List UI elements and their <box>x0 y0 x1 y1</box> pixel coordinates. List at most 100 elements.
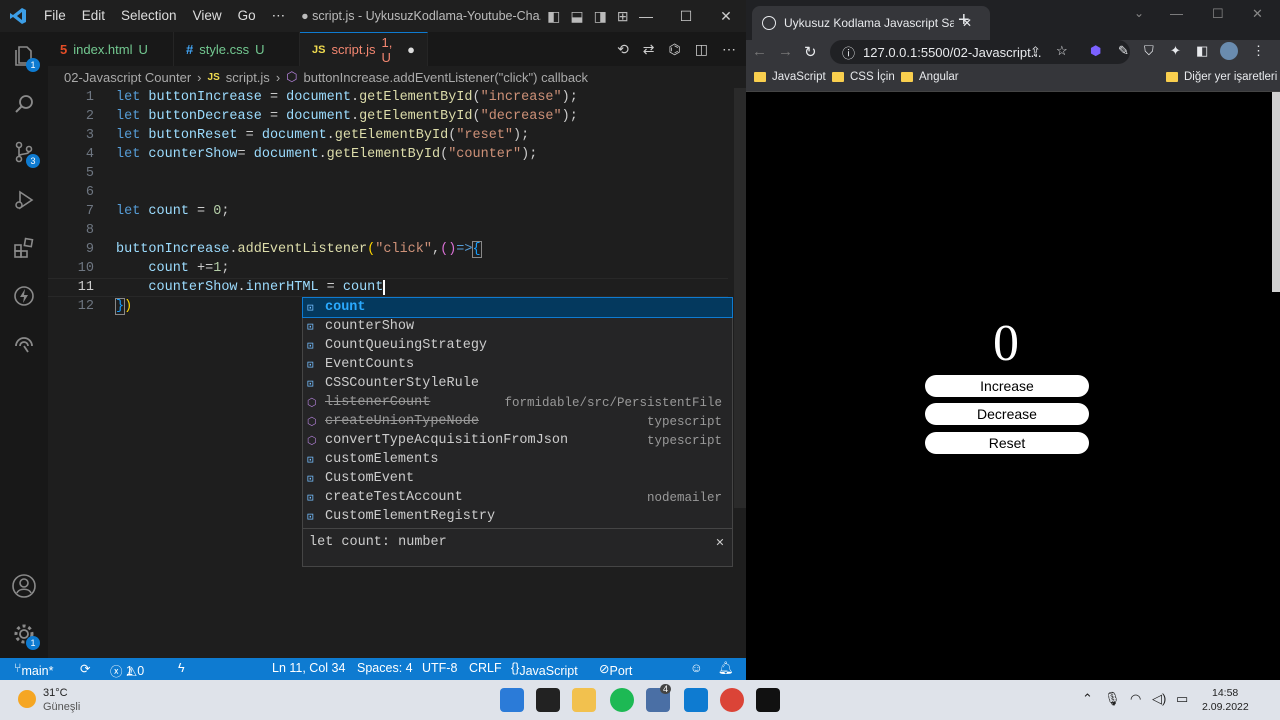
menu-selection[interactable]: Selection <box>113 8 185 24</box>
page-scrollbar[interactable] <box>1272 92 1280 292</box>
minimize-icon[interactable]: — <box>626 0 666 32</box>
open-changes-icon[interactable]: ⌬ <box>669 41 681 58</box>
sync-icon[interactable]: ⟳ <box>80 661 90 676</box>
maximize-icon[interactable]: ☐ <box>666 0 706 32</box>
avatar[interactable] <box>1220 42 1238 60</box>
reset-button[interactable]: Reset <box>925 432 1089 454</box>
manage-gear-icon[interactable]: 1 <box>0 610 48 658</box>
branch-status[interactable]: ⑂ main* <box>14 661 53 678</box>
share-icon[interactable]: ⇪ <box>1030 44 1041 60</box>
language-mode[interactable]: {} JavaScript <box>511 661 578 678</box>
run-debug-icon[interactable] <box>0 176 48 224</box>
menu-view[interactable]: View <box>185 8 230 24</box>
tab-search-icon[interactable]: ⌄ <box>1134 6 1144 20</box>
close-icon[interactable]: ✕ <box>716 534 724 551</box>
puzzle-icon[interactable]: ✦ <box>1170 43 1181 59</box>
suggestion-item[interactable]: ⬡ convertTypeAcquisitionFromJson typescrip… <box>303 431 732 450</box>
live-server-port[interactable]: ⊘ Port : 5500 <box>599 661 637 706</box>
extension-icon[interactable]: ✎ <box>1118 43 1129 59</box>
forward-icon[interactable]: → <box>778 43 793 60</box>
suggestion-item[interactable]: ⊡ CustomElementRegistry <box>303 507 732 526</box>
microphone-icon[interactable]: 🎙︎ <box>1104 691 1121 707</box>
weather-temp[interactable]: 31°C <box>43 687 68 699</box>
clock-date[interactable]: 2.09.2022 <box>1202 701 1249 713</box>
bookmark-css[interactable]: CSS İçin <box>832 71 895 83</box>
menu-go[interactable]: Go <box>230 8 264 24</box>
wifi-icon[interactable]: ◠ <box>1130 691 1141 707</box>
start-windows-icon[interactable] <box>500 688 524 712</box>
suggestion-item[interactable]: ⊡ EventCounts <box>303 355 732 374</box>
problems-status[interactable]: ⓧ 1 ⚠ 0 <box>110 661 144 680</box>
suggestion-item[interactable]: ⊡ customElements <box>303 450 732 469</box>
address-bar[interactable]: ⓘ 127.0.0.1:5500/02-Javascript... <box>830 40 1130 64</box>
breadcrumb-symbol[interactable]: buttonIncrease.addEventListener("click")… <box>304 70 589 85</box>
toggle-sidebar-icon[interactable]: ◧ <box>547 8 560 25</box>
chevron-up-icon[interactable]: ⌃ <box>1082 691 1093 707</box>
cursor-position[interactable]: Ln 11, Col 34 <box>272 661 345 675</box>
compare-icon[interactable]: ⇄ <box>643 41 655 58</box>
new-tab-icon[interactable]: + <box>958 9 970 32</box>
explorer-icon[interactable]: 1 <box>0 32 48 80</box>
close-icon[interactable]: ✕ <box>1252 6 1263 22</box>
suggestion-item[interactable]: ⬡ createUnionTypeNode typescript <box>303 412 732 431</box>
menu-edit[interactable]: Edit <box>74 8 113 24</box>
bookmark-javascript[interactable]: JavaScript <box>754 71 826 83</box>
lightning-icon[interactable]: ϟ <box>178 661 185 675</box>
split-editor-icon[interactable]: ◫ <box>695 41 708 58</box>
live-server-icon[interactable] <box>0 272 48 320</box>
tab-index-html[interactable]: 5 index.html U <box>48 32 174 66</box>
feedback-icon[interactable]: ☺ <box>690 661 703 675</box>
bookmark-angular[interactable]: Angular <box>901 71 959 83</box>
indentation[interactable]: Spaces: 4 <box>357 661 413 675</box>
breadcrumb-folder[interactable]: 02-Javascript Counter <box>64 70 191 85</box>
encoding[interactable]: UTF-8 <box>422 661 457 675</box>
toggle-secondary-sidebar-icon[interactable]: ◨ <box>594 8 607 25</box>
search-icon[interactable] <box>0 80 48 128</box>
account-icon[interactable] <box>0 562 48 610</box>
file-explorer-icon[interactable] <box>572 688 596 712</box>
menu-more[interactable]: ⋯ <box>264 8 294 24</box>
reload-icon[interactable]: ↻ <box>804 43 817 61</box>
volume-icon[interactable]: ◁) <box>1152 691 1166 707</box>
back-icon[interactable]: ← <box>752 43 767 60</box>
suggestion-item[interactable]: ⊡ CSSCounterStyleRule <box>303 374 732 393</box>
decrease-button[interactable]: Decrease <box>925 403 1089 425</box>
notifications-bell-icon[interactable]: 🔔︎ <box>718 661 734 676</box>
suggestion-item[interactable]: ⬡ listenerCount formidable/src/PersistentF… <box>303 393 732 412</box>
timeline-icon[interactable]: ⟲ <box>617 41 629 58</box>
other-bookmarks[interactable]: Diğer yer işaretleri <box>1166 71 1277 83</box>
clock-time[interactable]: 14:58 <box>1212 687 1238 699</box>
breadcrumb-file[interactable]: script.js <box>226 70 270 85</box>
suggestion-item[interactable]: ⊡ count <box>302 297 733 318</box>
suggestion-item[interactable]: ⊡ CustomEvent <box>303 469 732 488</box>
maximize-icon[interactable]: ☐ <box>1212 6 1224 22</box>
menu-kebab-icon[interactable]: ⋮ <box>1252 43 1265 59</box>
tab-style-css[interactable]: # style.css U <box>174 32 300 66</box>
editor-scrollbar[interactable] <box>734 88 746 508</box>
eol[interactable]: CRLF <box>469 661 502 675</box>
increase-button[interactable]: Increase <box>925 375 1089 397</box>
battery-icon[interactable]: ▭ <box>1176 691 1188 707</box>
side-panel-icon[interactable]: ◧ <box>1196 43 1208 59</box>
tab-script-js[interactable]: JS script.js 1, U ● <box>300 32 428 66</box>
suggestion-item[interactable]: ⊡ CountQueuingStrategy <box>303 336 732 355</box>
close-icon[interactable]: ✕ <box>706 0 746 32</box>
chrome-icon[interactable] <box>720 688 744 712</box>
bookmark-star-icon[interactable]: ☆ <box>1056 43 1068 59</box>
weather-desc[interactable]: Güneşli <box>43 701 80 713</box>
suggestion-item[interactable]: ⊡ counterShow <box>303 317 732 336</box>
extensions-icon[interactable] <box>0 224 48 272</box>
shield-icon[interactable]: ⛉ <box>1144 43 1154 59</box>
menu-file[interactable]: File <box>36 8 74 24</box>
toggle-panel-icon[interactable]: ⬓ <box>570 8 583 25</box>
source-control-icon[interactable]: 3 <box>0 128 48 176</box>
browser-tab[interactable]: Uykusuz Kodlama Javascript Saya ✕ <box>752 6 990 40</box>
minimize-icon[interactable]: — <box>1170 6 1183 21</box>
suggestion-item[interactable]: ⊡ createTestAccount nodemailer <box>303 488 732 507</box>
more-actions-icon[interactable]: ⋯ <box>722 41 736 58</box>
task-view-icon[interactable] <box>536 688 560 712</box>
terminal-icon[interactable] <box>756 688 780 712</box>
spotify-icon[interactable] <box>610 688 634 712</box>
unsaved-dot-icon[interactable]: ● <box>407 42 415 57</box>
extension-icon[interactable]: ⬢ <box>1090 43 1101 59</box>
